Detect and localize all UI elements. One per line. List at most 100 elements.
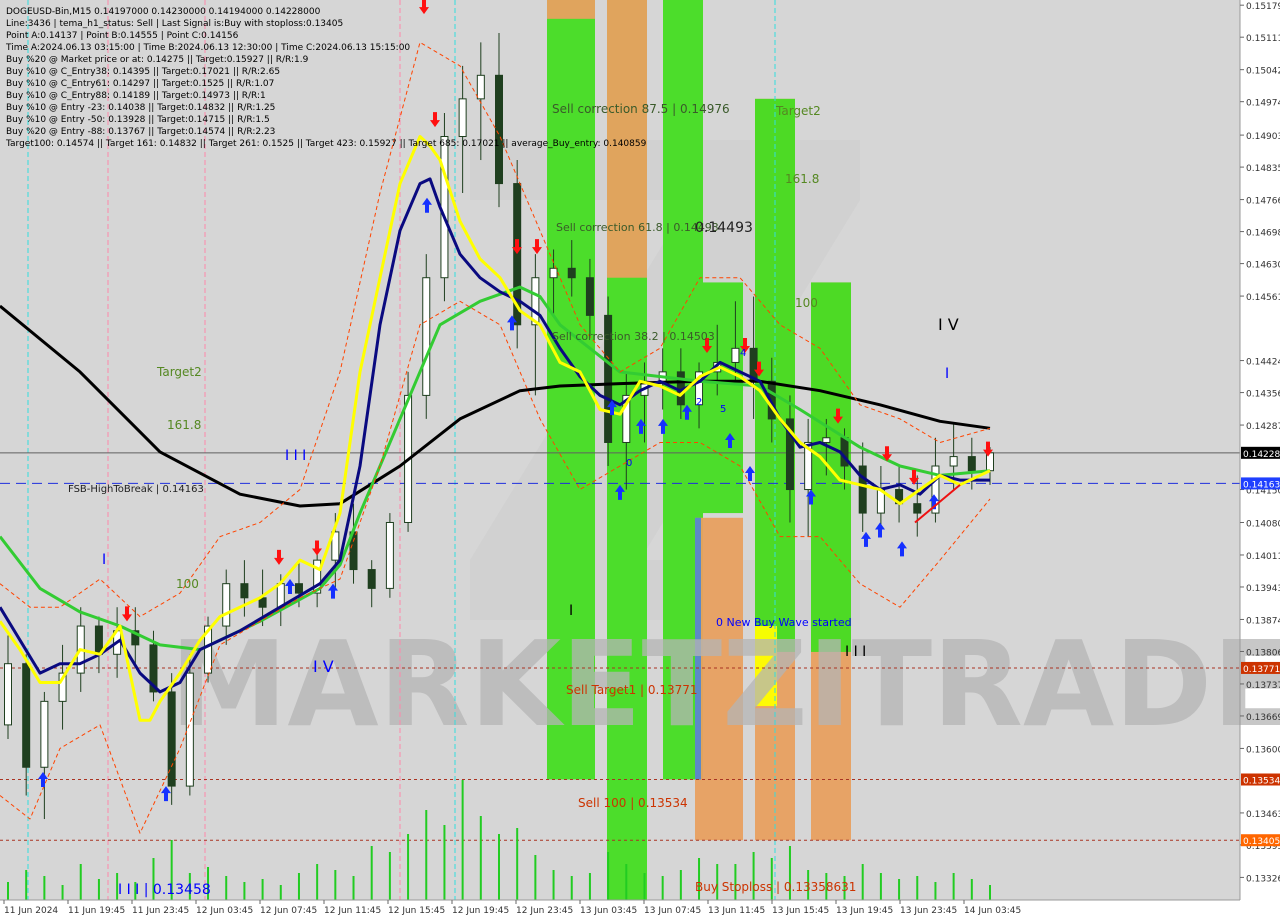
volume-bar — [934, 882, 937, 900]
y-tick-label: 0.14287 — [1246, 422, 1280, 432]
x-tick-label: 13 Jun 23:45 — [900, 906, 957, 916]
volume-bar — [352, 876, 355, 900]
watermark-text: MARKETZITRADE — [170, 615, 1280, 753]
volume-bar — [498, 834, 500, 900]
price-tag-label: 0.14163 — [1243, 480, 1280, 490]
volume-bar — [79, 864, 82, 900]
volume-bar — [7, 882, 9, 900]
candle-body — [440, 136, 449, 279]
y-tick-label: 0.14561 — [1246, 293, 1280, 303]
candle-body — [367, 569, 376, 589]
volume-bar — [570, 876, 573, 900]
candle-body — [949, 456, 958, 467]
chart-annotation: I — [102, 552, 106, 568]
x-tick-label: 12 Jun 19:45 — [452, 906, 509, 916]
chart-annotation: Buy Stoploss | 0.13358631 — [695, 880, 856, 894]
volume-bar — [25, 870, 28, 900]
chart-annotation: Sell correction 38.2 | 0.14503 — [552, 330, 715, 343]
y-tick-label: 0.13737 — [1246, 681, 1280, 691]
price-chart[interactable]: MARKETZITRADE Sell correction 87.5 | 0.14… — [0, 0, 1280, 920]
chart-annotation: 0 New Buy Wave started — [716, 616, 852, 629]
x-tick-label: 13 Jun 03:45 — [580, 906, 637, 916]
price-tag-label: 0.13771 — [1243, 665, 1280, 675]
volume-bar — [297, 873, 300, 900]
x-tick-label: 13 Jun 11:45 — [708, 906, 765, 916]
volume-bar — [952, 873, 955, 900]
x-tick-label: 11 Jun 23:45 — [132, 906, 189, 916]
volume-bar — [479, 816, 482, 900]
chart-annotation: Sell correction 87.5 | 0.14976 — [552, 102, 730, 116]
volume-bar — [370, 846, 373, 900]
candle-body — [385, 521, 394, 589]
volume-bar — [261, 879, 264, 900]
volume-bar — [443, 825, 446, 900]
candle-body — [585, 277, 594, 316]
y-tick-label: 0.13943 — [1246, 584, 1280, 594]
wave-marker: 5 — [720, 404, 726, 415]
chart-annotation: Sell 100 | 0.13534 — [578, 796, 688, 810]
chart-annotation: I V — [313, 657, 334, 676]
chart-annotation: 100 — [795, 296, 818, 310]
volume-bar — [407, 834, 410, 900]
y-tick-label: 0.14903 — [1246, 132, 1280, 142]
y-tick-label: 0.14356 — [1246, 390, 1280, 400]
volume-bar — [552, 870, 555, 900]
y-tick-label: 0.14630 — [1246, 261, 1280, 271]
y-tick-label: 0.13806 — [1246, 648, 1280, 658]
y-tick-label: 0.14080 — [1246, 519, 1280, 529]
y-tick-label: 0.15179 — [1246, 2, 1280, 12]
price-tag-label: 0.13405 — [1243, 837, 1280, 847]
info-line: Point A:0.14137 | Point B:0.14555 | Poin… — [6, 31, 239, 41]
zone-green-4 — [703, 282, 743, 514]
candle-body — [822, 437, 831, 443]
y-tick-label: 0.14698 — [1246, 229, 1280, 239]
x-tick-label: 12 Jun 07:45 — [260, 906, 317, 916]
y-tick-label: 0.14974 — [1246, 99, 1280, 109]
candle-body — [40, 700, 49, 768]
y-tick-label: 0.15111 — [1246, 34, 1280, 44]
y-tick-label: 0.14424 — [1246, 358, 1280, 368]
y-tick-label: 0.14835 — [1246, 164, 1280, 174]
info-line: Time A:2024.06.13 03:15:00 | Time B:2024… — [5, 43, 410, 53]
y-tick-label: 0.13463 — [1246, 810, 1280, 820]
wave-marker: 0 — [626, 458, 632, 469]
chart-annotation: I I I | 0.13458 — [118, 882, 211, 898]
y-tick-label: 0.14766 — [1246, 197, 1280, 207]
chart-annotation: I — [569, 603, 573, 619]
wave-marker: 4 — [740, 348, 746, 359]
chart-annotation: I I I — [845, 644, 866, 660]
candle-body — [567, 267, 576, 279]
y-tick-label: 0.13326 — [1246, 874, 1280, 884]
volume-bar — [916, 876, 919, 900]
volume-bar — [316, 864, 319, 900]
volume-bar — [334, 870, 337, 900]
info-line: Buy %10 @ C_Entry88: 0.14189 || Target:0… — [6, 91, 266, 101]
y-tick-label: 0.15042 — [1246, 67, 1280, 77]
time-axis-bg — [0, 900, 1280, 920]
info-line: Line:3436 | tema_h1_status: Sell | Last … — [6, 19, 343, 29]
info-line: Target100: 0.14574 || Target 161: 0.1483… — [5, 139, 647, 149]
volume-bar — [607, 852, 610, 900]
volume-bar — [43, 876, 46, 900]
x-tick-label: 12 Jun 11:45 — [324, 906, 381, 916]
candle-body — [458, 98, 467, 138]
candle-body — [4, 663, 12, 726]
candle-body — [731, 347, 740, 363]
volume-bar — [534, 855, 537, 900]
chart-annotation: 100 — [176, 577, 199, 591]
info-line: Buy %10 @ C_Entry38: 0.14395 || Target:0… — [6, 67, 280, 77]
candle-body — [531, 277, 540, 326]
x-tick-label: 13 Jun 15:45 — [772, 906, 829, 916]
chart-annotation: I V — [938, 315, 959, 334]
volume-bar — [243, 882, 246, 900]
volume-bar — [643, 873, 646, 900]
info-line: Buy %20 @ Market price or at: 0.14275 ||… — [6, 55, 309, 65]
candle-body — [185, 672, 194, 787]
x-tick-label: 12 Jun 23:45 — [516, 906, 573, 916]
volume-bar — [461, 780, 464, 900]
candle-body — [240, 583, 249, 599]
volume-bar — [625, 864, 628, 900]
volume-bar — [97, 879, 100, 900]
x-tick-label: 13 Jun 19:45 — [836, 906, 893, 916]
candle-body — [858, 465, 867, 514]
